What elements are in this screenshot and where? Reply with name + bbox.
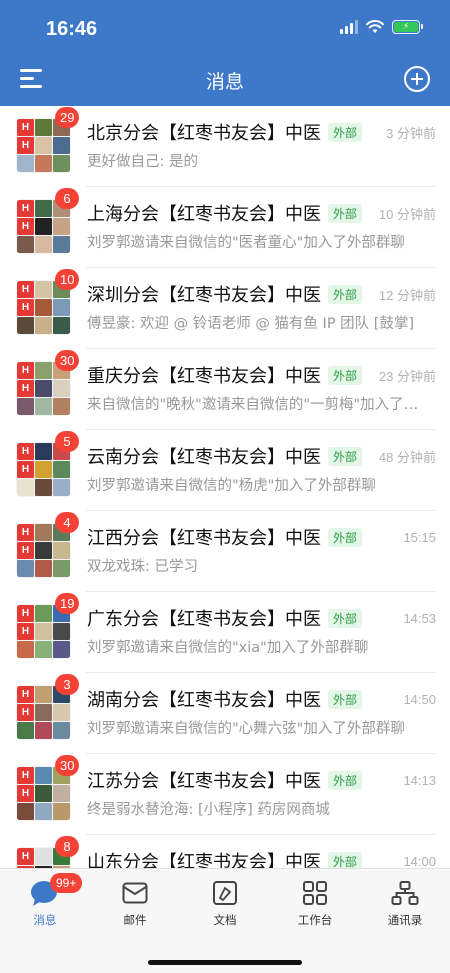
signal-icon [340, 20, 358, 34]
conversation-row[interactable]: 10 深圳分会【红枣书友会】中医 外部 12 分钟前 傅昱豪: 欢迎 @ 铃语老… [0, 268, 450, 349]
unread-badge: 5 [55, 431, 79, 452]
conversation-row[interactable]: 5 云南分会【红枣书友会】中医 外部 48 分钟前 刘罗郭邀请来自微信的"杨虎"… [0, 430, 450, 511]
page-title: 消息 [205, 71, 244, 93]
message-preview: 傅昱豪: 欢迎 @ 铃语老师 @ 猫有鱼 IP 团队 [鼓掌] [87, 316, 415, 332]
unread-badge: 30 [55, 755, 80, 776]
tab-label: 文档 [213, 913, 237, 927]
message-preview: 刘罗郭邀请来自微信的"杨虎"加入了外部群聊 [87, 478, 376, 494]
status-time: 16:46 [46, 18, 98, 40]
message-preview: 刘罗郭邀请来自微信的"医者童心"加入了外部群聊 [87, 235, 405, 251]
group-name: 北京分会【红枣书友会】中医 [87, 123, 321, 144]
external-tag: 外部 [328, 689, 363, 709]
external-tag: 外部 [328, 770, 363, 790]
conversation-row[interactable]: 19 广东分会【红枣书友会】中医 外部 14:53 刘罗郭邀请来自微信的"xia… [0, 592, 450, 673]
timestamp: 14:50 [403, 691, 436, 707]
group-name: 重庆分会【红枣书友会】中医 [87, 366, 321, 387]
conversation-title-line: 北京分会【红枣书友会】中医 外部 3 分钟前 [87, 120, 436, 144]
message-preview: 更好做自己: 是的 [87, 154, 198, 170]
conversation-row[interactable]: 4 江西分会【红枣书友会】中医 外部 15:15 双龙戏珠: 已学习 [0, 511, 450, 592]
timestamp: 14:53 [403, 610, 436, 626]
conversation-row[interactable]: 6 上海分会【红枣书友会】中医 外部 10 分钟前 刘罗郭邀请来自微信的"医者童… [0, 187, 450, 268]
group-name: 江苏分会【红枣书友会】中医 [87, 771, 321, 792]
add-circle-icon[interactable] [404, 66, 430, 92]
document-icon [213, 881, 237, 905]
unread-badge: 30 [55, 350, 80, 371]
external-tag: 外部 [328, 446, 363, 466]
status-bar: 16:46 ⚡ [0, 0, 450, 56]
timestamp: 10 分钟前 [378, 206, 436, 222]
tab-label: 工作台 [297, 913, 333, 927]
tab-bar: 99+ 消息 邮件 文档 工作台 通讯录 [0, 868, 450, 973]
unread-badge: 19 [55, 593, 80, 614]
conversation-list: 29 北京分会【红枣书友会】中医 外部 3 分钟前 更好做自己: 是的 6 上海… [0, 106, 450, 868]
unread-badge: 29 [55, 107, 80, 128]
conversation-title-line: 江西分会【红枣书友会】中医 外部 15:15 [87, 525, 436, 549]
timestamp: 48 分钟前 [378, 449, 436, 465]
home-indicator [148, 960, 302, 965]
conversation-title-line: 深圳分会【红枣书友会】中医 外部 12 分钟前 [87, 282, 436, 306]
tab-docs[interactable]: 文档 [180, 877, 270, 928]
external-tag: 外部 [328, 122, 363, 142]
message-preview: 来自微信的"晚秋"邀请来自微信的"一剪梅"加入了外部群聊 [87, 397, 432, 413]
conversation-row[interactable]: 30 江苏分会【红枣书友会】中医 外部 14:13 终是弱水替沧海: [小程序]… [0, 754, 450, 835]
tab-workbench[interactable]: 工作台 [270, 877, 360, 928]
conversation-title-line: 重庆分会【红枣书友会】中医 外部 23 分钟前 [87, 363, 436, 387]
workbench-grid-icon [303, 881, 327, 905]
message-preview: 刘罗郭邀请来自微信的"心舞六弦"加入了外部群聊 [87, 721, 405, 737]
tab-messages[interactable]: 99+ 消息 [0, 873, 90, 928]
group-name: 深圳分会【红枣书友会】中医 [87, 285, 321, 306]
timestamp: 15:15 [403, 529, 436, 545]
timestamp: 12 分钟前 [378, 287, 436, 303]
external-tag: 外部 [328, 851, 363, 868]
unread-badge: 10 [55, 269, 80, 290]
group-name: 湖南分会【红枣书友会】中医 [87, 690, 321, 711]
battery-icon: ⚡ [392, 20, 423, 34]
timestamp: 23 分钟前 [378, 368, 436, 384]
message-preview: 双龙戏珠: 已学习 [87, 559, 198, 575]
conversation-title-line: 上海分会【红枣书友会】中医 外部 10 分钟前 [87, 201, 436, 225]
tab-label: 邮件 [123, 913, 147, 927]
tab-contacts[interactable]: 通讯录 [360, 877, 450, 928]
external-tag: 外部 [328, 608, 363, 628]
group-name: 广东分会【红枣书友会】中医 [87, 609, 321, 630]
group-name: 江西分会【红枣书友会】中医 [87, 528, 321, 549]
conversation-title-line: 江苏分会【红枣书友会】中医 外部 14:13 [87, 768, 436, 792]
unread-badge: 3 [55, 674, 79, 695]
external-tag: 外部 [328, 203, 363, 223]
conversation-title-line: 云南分会【红枣书友会】中医 外部 48 分钟前 [87, 444, 436, 468]
group-name: 上海分会【红枣书友会】中医 [87, 204, 321, 225]
tab-label: 通讯录 [387, 913, 423, 927]
external-tag: 外部 [328, 527, 363, 547]
external-tag: 外部 [328, 365, 363, 385]
external-tag: 外部 [328, 284, 363, 304]
message-preview: 终是弱水替沧海: [小程序] 药房网商城 [87, 802, 330, 818]
wifi-icon [366, 20, 384, 33]
unread-badge: 6 [55, 188, 79, 209]
conversation-title-line: 广东分会【红枣书友会】中医 外部 14:53 [87, 606, 436, 630]
conversation-title-line: 湖南分会【红枣书友会】中医 外部 14:50 [87, 687, 436, 711]
status-icons: ⚡ [340, 20, 423, 34]
conversation-title-line: 山东分会【红枣书友会】中医 外部 14:00 [87, 849, 436, 868]
group-name: 山东分会【红枣书友会】中医 [87, 852, 321, 868]
timestamp: 3 分钟前 [386, 125, 436, 141]
conversation-row[interactable]: 3 湖南分会【红枣书友会】中医 外部 14:50 刘罗郭邀请来自微信的"心舞六弦… [0, 673, 450, 754]
conversation-row[interactable]: 8 山东分会【红枣书友会】中医 外部 14:00 [0, 835, 450, 868]
timestamp: 14:13 [403, 772, 436, 788]
contacts-org-icon [391, 881, 419, 905]
message-preview: 刘罗郭邀请来自微信的"xia"加入了外部群聊 [87, 640, 369, 656]
group-name: 云南分会【红枣书友会】中医 [87, 447, 321, 468]
conversation-row[interactable]: 30 重庆分会【红枣书友会】中医 外部 23 分钟前 来自微信的"晚秋"邀请来自… [0, 349, 450, 430]
conversation-row[interactable]: 29 北京分会【红枣书友会】中医 外部 3 分钟前 更好做自己: 是的 [0, 106, 450, 187]
tab-mail[interactable]: 邮件 [90, 877, 180, 928]
timestamp: 14:00 [403, 853, 436, 869]
unread-badge: 4 [55, 512, 79, 533]
nav-bar: 消息 [0, 56, 450, 106]
tab-label: 消息 [33, 913, 57, 927]
messages-badge: 99+ [50, 873, 83, 893]
unread-badge: 8 [55, 836, 79, 857]
mail-icon [122, 882, 148, 904]
